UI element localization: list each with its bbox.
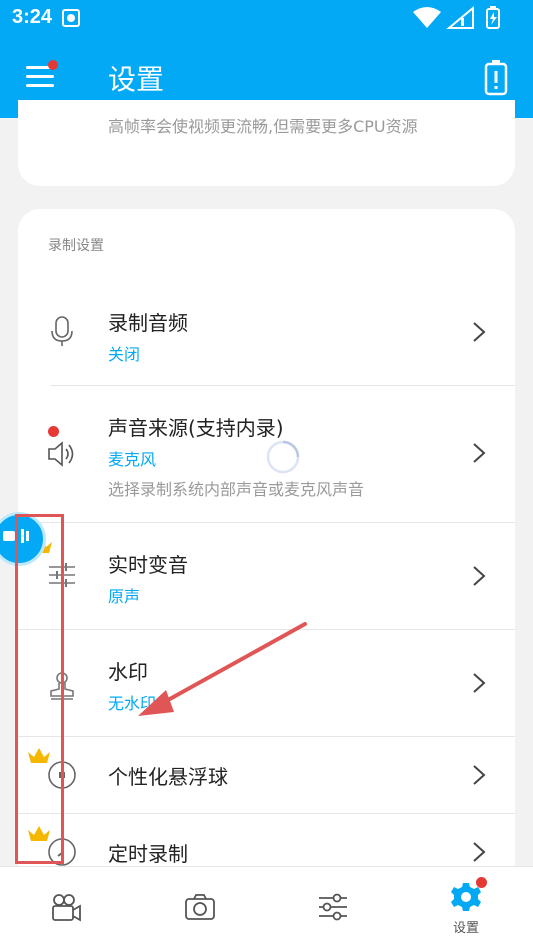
- setting-row-floating-ball[interactable]: 个性化悬浮球: [18, 737, 515, 813]
- wifi-icon: [413, 7, 441, 28]
- camera-icon: [185, 894, 215, 920]
- setting-hint: 选择录制系统内部声音或麦克风声音: [108, 480, 365, 499]
- microphone-icon: [51, 316, 73, 346]
- annotation-highlight-box: [15, 514, 64, 864]
- setting-value: 关闭: [108, 345, 141, 364]
- new-badge-dot: [48, 426, 59, 437]
- recording-settings-card: 录制设置 录制音频 关闭 声音来源(支持内录) 麦克风 选择录制系统内部声音或麦…: [18, 209, 515, 909]
- status-bar: 3:24: [0, 0, 533, 36]
- menu-notification-dot: [48, 60, 58, 70]
- setting-value: 原声: [108, 587, 141, 606]
- page-title: 设置: [108, 63, 165, 96]
- nav-item-record[interactable]: [26, 867, 106, 949]
- setting-label: 个性化悬浮球: [108, 765, 228, 789]
- chevron-right-icon: [473, 673, 486, 693]
- nav-item-tools[interactable]: [293, 867, 373, 949]
- battery-saver-icon[interactable]: [481, 58, 511, 98]
- chevron-right-icon: [473, 566, 486, 586]
- speaker-icon: [48, 441, 74, 467]
- loading-spinner-icon: [266, 440, 300, 474]
- chevron-right-icon: [473, 443, 486, 463]
- video-camera-icon: [52, 894, 81, 922]
- nav-item-settings[interactable]: 设置: [426, 867, 506, 949]
- annotation-arrow: [138, 622, 307, 716]
- status-time: 3:24: [12, 6, 53, 28]
- nav-item-screenshot[interactable]: [160, 867, 240, 949]
- setting-label: 声音来源(支持内录): [108, 416, 284, 440]
- setting-value: 麦克风: [108, 450, 157, 469]
- system-status-icons: [413, 6, 500, 29]
- frame-rate-description: 高帧率会使视频更流畅,但需要更多CPU资源: [108, 117, 418, 136]
- setting-row-voice-changer[interactable]: 实时变音 原声: [18, 523, 515, 629]
- tools-sliders-icon: [319, 893, 347, 921]
- setting-label: 实时变音: [108, 553, 188, 577]
- bottom-navigation: 设置: [0, 866, 533, 949]
- setting-label: 定时录制: [108, 842, 188, 866]
- chevron-right-icon: [473, 765, 486, 785]
- setting-label: 录制音频: [108, 311, 188, 335]
- video-settings-card: 高帧率会使视频更流畅,但需要更多CPU资源: [18, 100, 515, 186]
- setting-row-record-audio[interactable]: 录制音频 关闭: [18, 279, 515, 385]
- screen-record-icon: [62, 9, 80, 27]
- settings-badge-dot: [476, 877, 487, 888]
- chevron-right-icon: [473, 322, 486, 342]
- nav-label-settings: 设置: [452, 921, 479, 936]
- chevron-right-icon: [473, 842, 486, 862]
- section-title: 录制设置: [48, 238, 104, 254]
